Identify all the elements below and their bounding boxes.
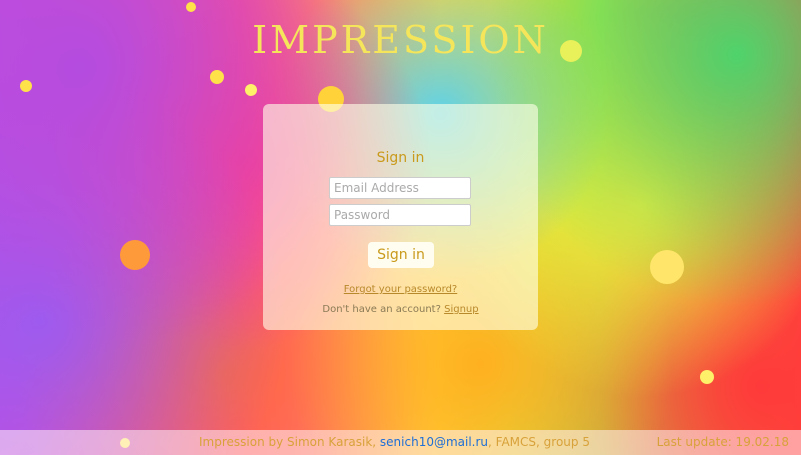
paint-splat: [20, 80, 32, 92]
password-field[interactable]: [329, 204, 471, 226]
paint-splat: [700, 370, 714, 384]
no-account-text: Don't have an account?: [322, 304, 441, 315]
app-logo: IMPRESSION: [252, 18, 549, 62]
signin-button[interactable]: Sign in: [368, 242, 434, 268]
signup-link[interactable]: Signup: [444, 304, 479, 315]
signin-heading: Sign in: [376, 150, 425, 166]
footer-email-link[interactable]: senich10@mail.ru: [380, 435, 488, 449]
signin-card: Sign in Sign in Forgot your password? Do…: [263, 104, 538, 330]
footer-author: Impression by Simon Karasik,: [199, 435, 377, 449]
last-update-text: Last update: 19.02.18: [656, 435, 789, 449]
forgot-password-link[interactable]: Forgot your password?: [263, 284, 538, 295]
footer-credit: Impression by Simon Karasik, senich10@ma…: [199, 435, 590, 449]
paint-splat: [120, 240, 150, 270]
paint-splat: [650, 250, 684, 284]
paint-splat: [245, 84, 257, 96]
paint-splat: [210, 70, 224, 84]
signup-prompt: Don't have an account? Signup: [263, 304, 538, 315]
email-field[interactable]: [329, 177, 471, 199]
paint-splat: [186, 2, 196, 12]
footer-affiliation: , FAMCS, group 5: [488, 435, 590, 449]
footer: Impression by Simon Karasik, senich10@ma…: [0, 430, 801, 455]
